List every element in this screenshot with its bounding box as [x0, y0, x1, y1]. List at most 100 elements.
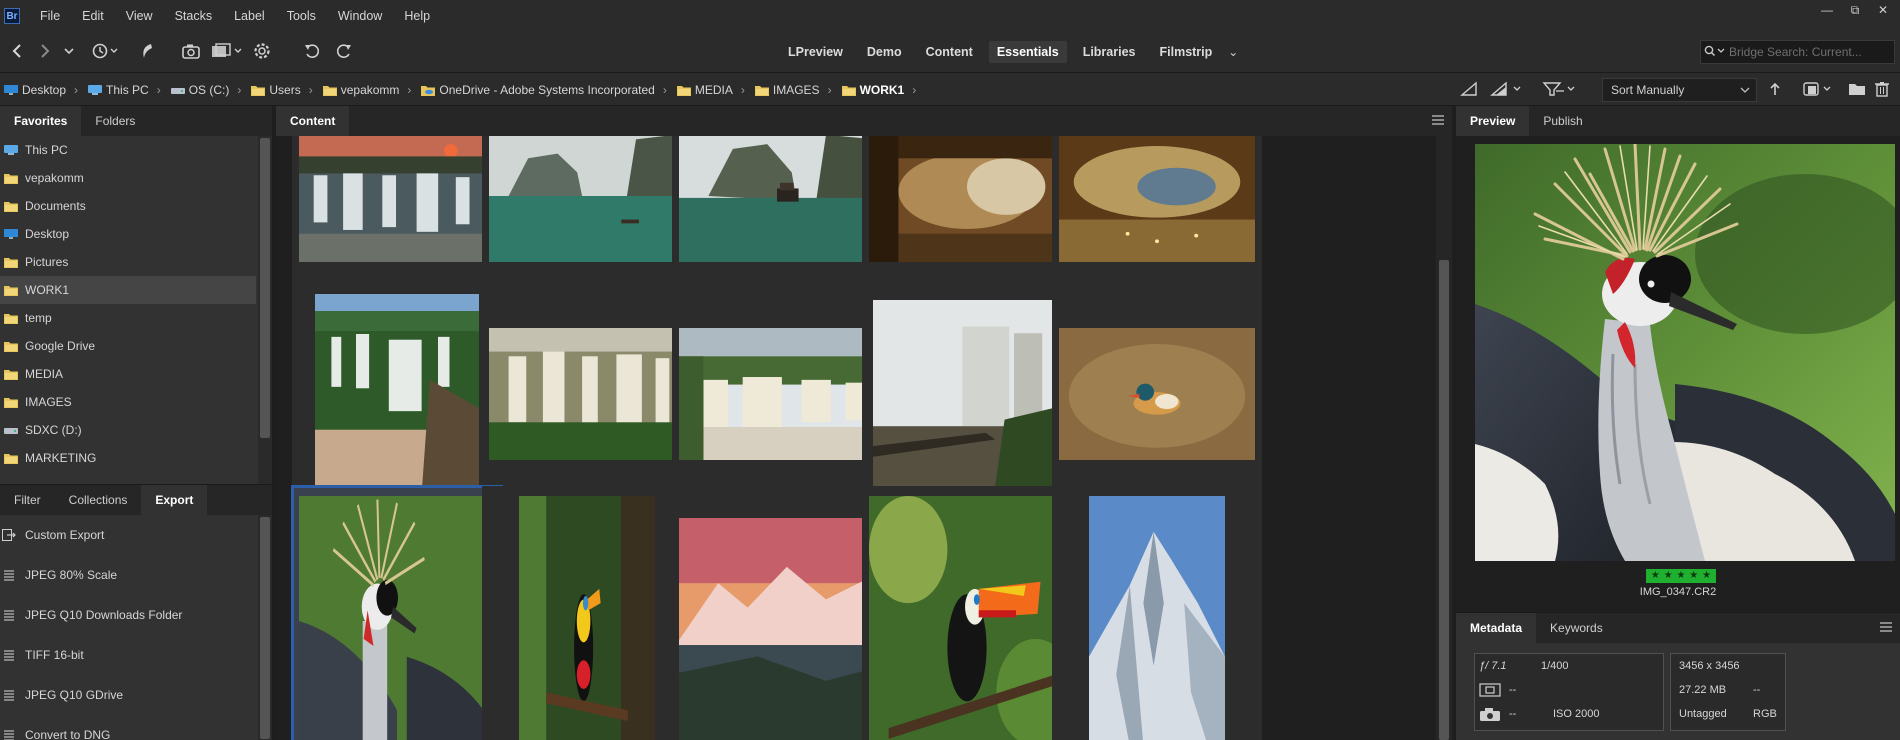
camera-import-icon[interactable] [180, 40, 202, 62]
filter-items-icon[interactable] [1542, 81, 1582, 100]
workspace-lpreview[interactable]: LPreview [780, 41, 851, 63]
tab-content[interactable]: Content [276, 106, 350, 136]
refine-icon[interactable] [210, 40, 244, 62]
tab-keywords[interactable]: Keywords [1536, 613, 1617, 643]
star-icon[interactable]: ★ [1664, 571, 1673, 581]
cave-interior-thumbnail-image[interactable] [869, 136, 1065, 262]
tab-folders[interactable]: Folders [81, 106, 149, 136]
thumbnail-cell[interactable] [862, 288, 1072, 498]
breadcrumb-item[interactable]: IMAGES › [751, 83, 838, 97]
thumbnail-cell[interactable] [291, 485, 503, 740]
export-preset[interactable]: JPEG Q10 GDrive [0, 675, 256, 715]
halong-bay-boat-thumbnail-image[interactable] [679, 136, 875, 262]
favorite-item[interactable]: Desktop [0, 220, 256, 248]
tab-filter[interactable]: Filter [0, 485, 55, 515]
thumbnail-cell[interactable] [482, 288, 692, 498]
mandarin-duck-thumbnail-image[interactable] [1059, 328, 1255, 460]
tab-collections[interactable]: Collections [55, 485, 142, 515]
workspace-more-chevron-icon[interactable]: ⌄ [1228, 45, 1238, 59]
workspace-content[interactable]: Content [918, 41, 981, 63]
settings-gear-icon[interactable] [252, 40, 272, 62]
sort-select[interactable]: Sort Manually [1602, 78, 1757, 102]
tab-publish[interactable]: Publish [1529, 106, 1596, 136]
favorite-item[interactable]: Pictures [0, 248, 256, 276]
favorites-scrollbar-thumb[interactable] [260, 138, 270, 438]
favorite-item[interactable]: vepakomm [0, 164, 256, 192]
search-icon[interactable] [1701, 45, 1729, 60]
search-input[interactable] [1729, 45, 1889, 59]
favorite-item[interactable]: SDXC (D:) [0, 416, 256, 444]
tab-preview[interactable]: Preview [1456, 106, 1530, 136]
menu-view[interactable]: View [126, 9, 153, 23]
close-button[interactable]: ✕ [1870, 0, 1896, 20]
breadcrumb-item[interactable]: Users › [247, 83, 318, 97]
workspace-libraries[interactable]: Libraries [1075, 41, 1144, 63]
breadcrumb-chevron-icon[interactable]: › [407, 83, 411, 97]
favorite-item[interactable]: temp [0, 304, 256, 332]
workspace-essentials[interactable]: Essentials [988, 41, 1067, 63]
restore-button[interactable]: ⧉ [1842, 0, 1868, 20]
toucan-in-leaves-thumbnail-image[interactable] [869, 496, 1075, 740]
metadata-panel-menu-icon[interactable] [1880, 622, 1892, 632]
favorite-item[interactable]: Documents [0, 192, 256, 220]
breadcrumb-item[interactable]: This PC › [84, 83, 167, 97]
thumbnail-cell[interactable] [862, 486, 1075, 740]
export-preset[interactable]: Convert to DNG [0, 715, 256, 740]
menu-tools[interactable]: Tools [287, 9, 316, 23]
workspace-filmstrip[interactable]: Filmstrip [1152, 41, 1221, 63]
thumbnail-cell[interactable] [1052, 136, 1262, 300]
breadcrumb-chevron-icon[interactable]: › [663, 83, 667, 97]
export-preset[interactable]: TIFF 16-bit [0, 635, 256, 675]
content-panel-menu-icon[interactable] [1432, 115, 1444, 125]
sort-ascending-icon[interactable] [1768, 81, 1782, 100]
tab-metadata[interactable]: Metadata [1456, 613, 1537, 643]
star-icon[interactable]: ★ [1677, 571, 1686, 581]
breadcrumb-item[interactable]: MEDIA › [673, 83, 751, 97]
minimize-button[interactable]: — [1814, 0, 1840, 20]
export-preset[interactable]: Custom Export [0, 515, 256, 555]
breadcrumb-item[interactable]: OneDrive - Adobe Systems Incorporated › [417, 83, 672, 97]
breadcrumb-item[interactable]: OS (C:) › [167, 83, 248, 97]
export-preset[interactable]: JPEG 80% Scale [0, 555, 256, 595]
star-icon[interactable]: ★ [1702, 571, 1711, 581]
open-recent-file-icon[interactable] [1802, 81, 1838, 100]
iguazu-falls-vertical-thumbnail-image[interactable] [315, 294, 479, 494]
menu-edit[interactable]: Edit [82, 9, 104, 23]
quality-icon[interactable] [1460, 81, 1482, 100]
menu-file[interactable]: File [40, 9, 60, 23]
export-preset[interactable]: JPEG Q10 Downloads Folder [0, 595, 256, 635]
favorite-item[interactable]: Google Drive [0, 332, 256, 360]
forward-icon[interactable] [36, 40, 54, 62]
thumbnail-cell[interactable] [1052, 486, 1262, 740]
breadcrumb-item[interactable]: Desktop › [0, 83, 84, 97]
thumbnail-cell[interactable] [1052, 288, 1262, 498]
thumbnail-cell[interactable] [292, 136, 502, 300]
chevron-down-icon[interactable] [62, 40, 76, 62]
snowy-peak-thumbnail-image[interactable] [1089, 496, 1225, 740]
export-scrollbar[interactable] [258, 515, 272, 740]
back-icon[interactable] [8, 40, 26, 62]
thumbnail-cell[interactable] [672, 486, 882, 740]
breadcrumb-chevron-icon[interactable]: › [741, 83, 745, 97]
new-folder-icon[interactable] [1848, 81, 1866, 100]
waterfall-sunset-thumbnail-image[interactable] [299, 136, 495, 262]
favorites-scrollbar[interactable] [258, 136, 272, 486]
favorite-item[interactable]: WORK1 [0, 276, 256, 304]
breadcrumb-chevron-icon[interactable]: › [74, 83, 78, 97]
menu-help[interactable]: Help [404, 9, 430, 23]
iguazu-falls-aerial-thumbnail-image[interactable] [679, 328, 875, 460]
halong-bay-mist-thumbnail-image[interactable] [489, 136, 685, 262]
thumbnail-cell[interactable] [482, 136, 692, 300]
rating-stars[interactable]: ★ ★ ★ ★ ★ [1646, 569, 1716, 583]
preview-image[interactable] [1475, 142, 1900, 561]
menu-label[interactable]: Label [234, 9, 265, 23]
favorite-item[interactable]: IMAGES [0, 388, 256, 416]
delete-trash-icon[interactable] [1874, 81, 1890, 100]
cave-interior-lit-thumbnail-image[interactable] [1059, 136, 1255, 262]
breadcrumb-item[interactable]: WORK1 › [838, 83, 923, 97]
content-scrollbar-thumb[interactable] [1439, 260, 1449, 740]
export-scrollbar-thumb[interactable] [260, 517, 270, 739]
rotate-cw-icon[interactable] [334, 40, 354, 62]
content-scrollbar[interactable] [1436, 136, 1452, 740]
breadcrumb-item[interactable]: vepakomm › [319, 83, 418, 97]
